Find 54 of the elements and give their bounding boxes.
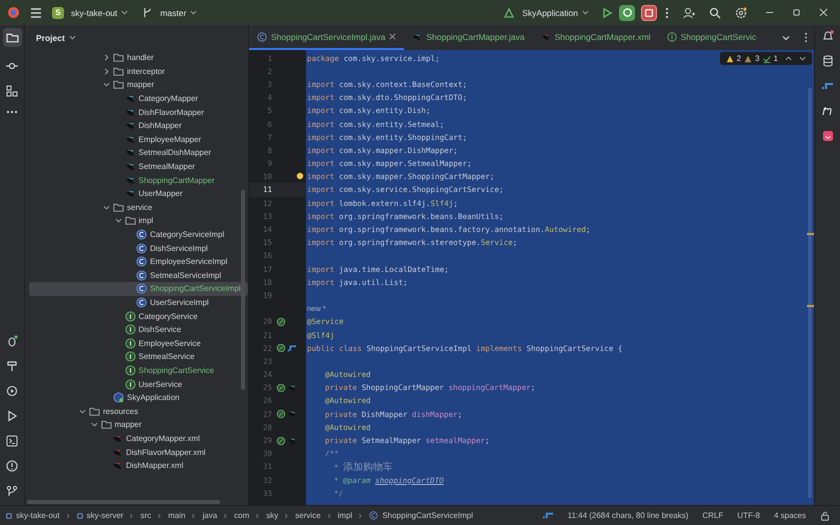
tree-item[interactable]: CategoryMapper.xml (29, 432, 248, 446)
breadcrumb[interactable]: java (202, 511, 218, 520)
tree-item[interactable]: SetmealServiceImpl (29, 268, 248, 282)
breadcrumb[interactable]: src (140, 511, 152, 520)
breadcrumb[interactable]: com (234, 511, 250, 520)
tree-item[interactable]: service (29, 200, 248, 214)
tree-item[interactable]: EmployeeService (29, 336, 248, 350)
tree-item[interactable]: SetmealMapper (29, 160, 248, 174)
tree-item[interactable]: UserService (29, 377, 248, 391)
project-badge: S (52, 6, 64, 18)
tree-item[interactable]: interceptor (29, 64, 248, 78)
tree-item[interactable]: DishService (29, 322, 248, 336)
selected-tree-item[interactable]: ShoppingCartServiceImpl (29, 282, 248, 296)
tree-item[interactable]: SetmealService (29, 350, 248, 364)
tree-item[interactable]: CategoryMapper (29, 92, 248, 106)
editor-tab[interactable]: ShoppingCartServic (658, 25, 764, 50)
tree-item[interactable]: ShoppingCartService (29, 364, 248, 378)
tree-item[interactable]: DishMapper.xml (29, 458, 248, 472)
breadcrumb[interactable]: sky-server (86, 511, 124, 520)
tree-item[interactable]: impl (29, 214, 248, 228)
tree-item[interactable]: mapper (29, 78, 248, 92)
run-configuration-selector[interactable]: SkyApplication (518, 6, 593, 20)
editor-tab[interactable]: ShoppingCartMapper.java (404, 25, 533, 50)
indent-setting[interactable]: 4 spaces (774, 511, 806, 520)
breadcrumb[interactable]: sky (266, 511, 278, 520)
tree-item[interactable]: handler (29, 51, 248, 65)
caret-position[interactable]: 11:44 (2684 chars, 80 line breaks) (568, 511, 688, 520)
line-separator[interactable]: CRLF (702, 511, 724, 520)
breadcrumb[interactable]: ShoppingCartServiceImpl (382, 511, 474, 520)
tree-item[interactable]: DishFlavorMapper (29, 105, 248, 119)
tree-item[interactable]: EmployeeServiceImpl (29, 254, 248, 268)
tree-item[interactable]: CategoryService (29, 309, 248, 323)
tree-item[interactable]: SkyApplication (29, 390, 248, 404)
tree-item[interactable]: UserMapper (29, 186, 248, 201)
file-encoding[interactable]: UTF-8 (737, 511, 760, 520)
breadcrumb[interactable]: sky-take-out (16, 511, 60, 520)
tree-item[interactable]: SetmealDishMapper (29, 146, 248, 160)
tree-item[interactable]: mapper (29, 418, 248, 432)
editor-tab[interactable]: ShoppingCartMapper.xml (532, 25, 659, 50)
workspace-dropdown[interactable]: sky-take-out (67, 6, 132, 20)
tree-item[interactable]: EmployeeMapper (29, 132, 248, 146)
breadcrumb[interactable]: service (295, 511, 321, 520)
tree-item[interactable]: ShoppingCartMapper (29, 173, 248, 187)
tree-item[interactable]: CategoryServiceImpl (29, 228, 248, 242)
tree-item[interactable]: DishMapper (29, 118, 248, 133)
breadcrumb[interactable]: impl (338, 511, 352, 520)
tree-item[interactable]: DishServiceImpl (29, 241, 248, 255)
inspection-widget[interactable]: 2 3 1 (720, 52, 812, 65)
tree-item[interactable]: DishFlavorMapper.xml (29, 445, 248, 459)
project-view-selector[interactable]: Project (32, 30, 80, 44)
tree-item[interactable]: resources (29, 404, 248, 418)
branch-selector[interactable]: master (156, 6, 202, 20)
tree-item[interactable]: UserServiceImpl (29, 296, 248, 310)
breadcrumb[interactable]: main (168, 511, 186, 520)
